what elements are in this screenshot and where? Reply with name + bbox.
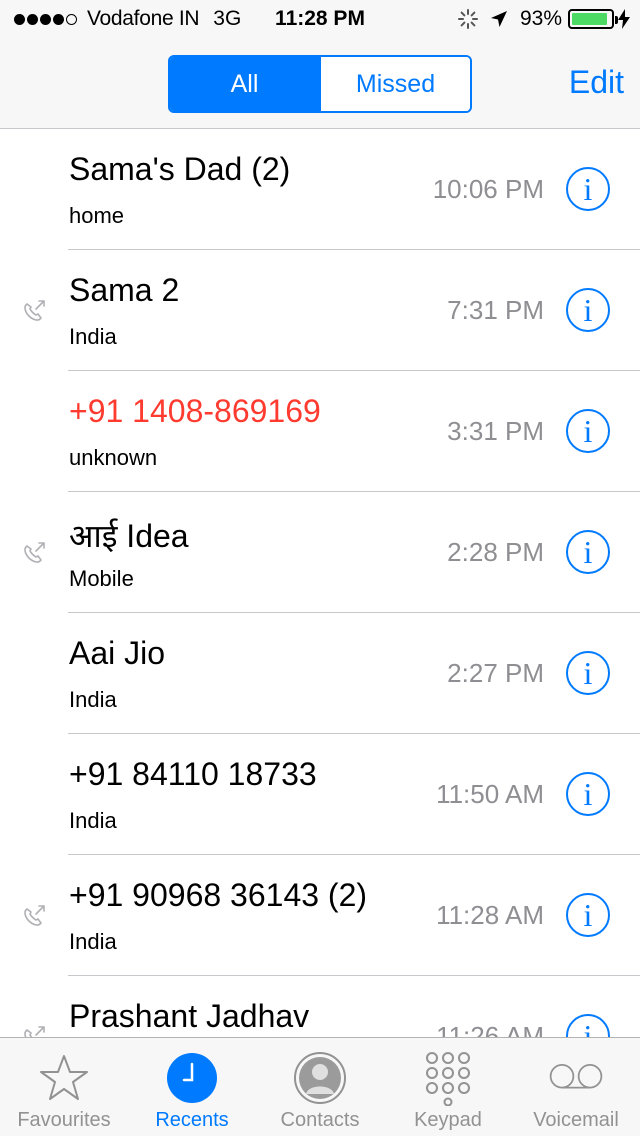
call-row[interactable]: Sama 2 India 7:31 PM i (0, 250, 640, 371)
tab-recents[interactable]: Recents (128, 1038, 256, 1136)
tab-label: Contacts (280, 1109, 360, 1131)
outgoing-call-icon (20, 297, 48, 325)
call-label: India (69, 929, 117, 954)
outgoing-call-icon (20, 539, 48, 567)
call-row[interactable]: Sama's Dad (2) home 10:06 PM i (0, 129, 640, 250)
call-row[interactable]: आई Idea Mobile 2:28 PM i (0, 492, 640, 613)
tab-label: Recents (155, 1109, 229, 1131)
call-time: 11:26 AM (436, 1021, 544, 1037)
person-icon (292, 1050, 348, 1106)
call-label: home (69, 203, 125, 228)
info-icon[interactable]: i (566, 409, 610, 453)
tab-label: Keypad (414, 1109, 482, 1131)
outgoing-call-icon (20, 902, 48, 930)
tab-label: Voicemail (533, 1109, 619, 1131)
tab-bar: Favourites Recents Contacts Keypad Voicemail (0, 1037, 640, 1136)
location-arrow-icon (490, 10, 508, 28)
call-filter-segmented-control: All Missed (168, 55, 472, 113)
caller-name: Sama's Dad (2) (69, 151, 291, 187)
info-icon[interactable]: i (566, 651, 610, 695)
battery-percent: 93% (519, 7, 562, 30)
caller-name: +91 90968 36143 (2) (69, 877, 368, 913)
tab-contacts[interactable]: Contacts (256, 1038, 384, 1136)
info-icon[interactable]: i (566, 893, 610, 937)
recents-list[interactable]: Sama's Dad (2) home 10:06 PM i Sama 2 India 7:… (0, 129, 640, 1037)
caller-name: +91 1408-869169 (69, 393, 321, 429)
call-time: 3:31 PM (447, 416, 544, 446)
call-row[interactable]: +91 90968 36143 (2) India 11:28 AM i (0, 855, 640, 976)
call-time: 10:06 PM (432, 174, 544, 204)
call-row[interactable]: Aai Jio India 2:27 PM i (0, 613, 640, 734)
nav-bar: All Missed Edit (0, 40, 640, 129)
call-label: India (69, 687, 117, 712)
tab-keypad[interactable]: Keypad (384, 1038, 512, 1136)
caller-name: आई Idea (69, 518, 189, 554)
activity-spinner-icon (457, 9, 478, 29)
call-time: 2:27 PM (447, 658, 544, 688)
keypad-icon (420, 1050, 476, 1106)
call-label: India (69, 808, 117, 833)
info-icon[interactable]: i (566, 1014, 610, 1037)
star-icon (36, 1050, 92, 1106)
info-icon[interactable]: i (566, 772, 610, 816)
status-right: 93% (457, 7, 630, 31)
call-label: Mobile (69, 566, 134, 591)
call-row[interactable]: +91 84110 18733 India 11:50 AM i (0, 734, 640, 855)
call-time: 2:28 PM (447, 537, 544, 567)
call-row[interactable]: +91 1408-869169 unknown 3:31 PM i (0, 371, 640, 492)
info-icon[interactable]: i (566, 288, 610, 332)
segment-all[interactable]: All (170, 57, 319, 111)
status-bar: Vodafone IN 3G 11:28 PM 93% (0, 0, 640, 40)
charging-bolt-icon (618, 9, 630, 29)
caller-name: +91 84110 18733 (69, 756, 317, 792)
info-icon[interactable]: i (566, 530, 610, 574)
call-label: unknown (69, 445, 158, 470)
caller-name: Prashant Jadhav (69, 998, 310, 1034)
call-time: 7:31 PM (447, 295, 544, 325)
caller-name: Sama 2 (69, 272, 180, 308)
tab-label: Favourites (17, 1109, 111, 1131)
call-time: 11:50 AM (436, 779, 544, 809)
call-label: India (69, 324, 117, 349)
segment-missed[interactable]: Missed (319, 57, 470, 111)
voicemail-icon (548, 1050, 604, 1106)
call-time: 11:28 AM (436, 900, 544, 930)
caller-name: Aai Jio (69, 635, 166, 671)
call-row[interactable]: Prashant Jadhav 11:26 AM i (0, 976, 640, 1037)
outgoing-call-icon (20, 1023, 48, 1037)
tab-voicemail[interactable]: Voicemail (512, 1038, 640, 1136)
battery-icon (568, 9, 618, 29)
clock-icon (164, 1050, 220, 1106)
edit-button[interactable]: Edit (569, 64, 624, 101)
tab-favourites[interactable]: Favourites (0, 1038, 128, 1136)
info-icon[interactable]: i (566, 167, 610, 211)
